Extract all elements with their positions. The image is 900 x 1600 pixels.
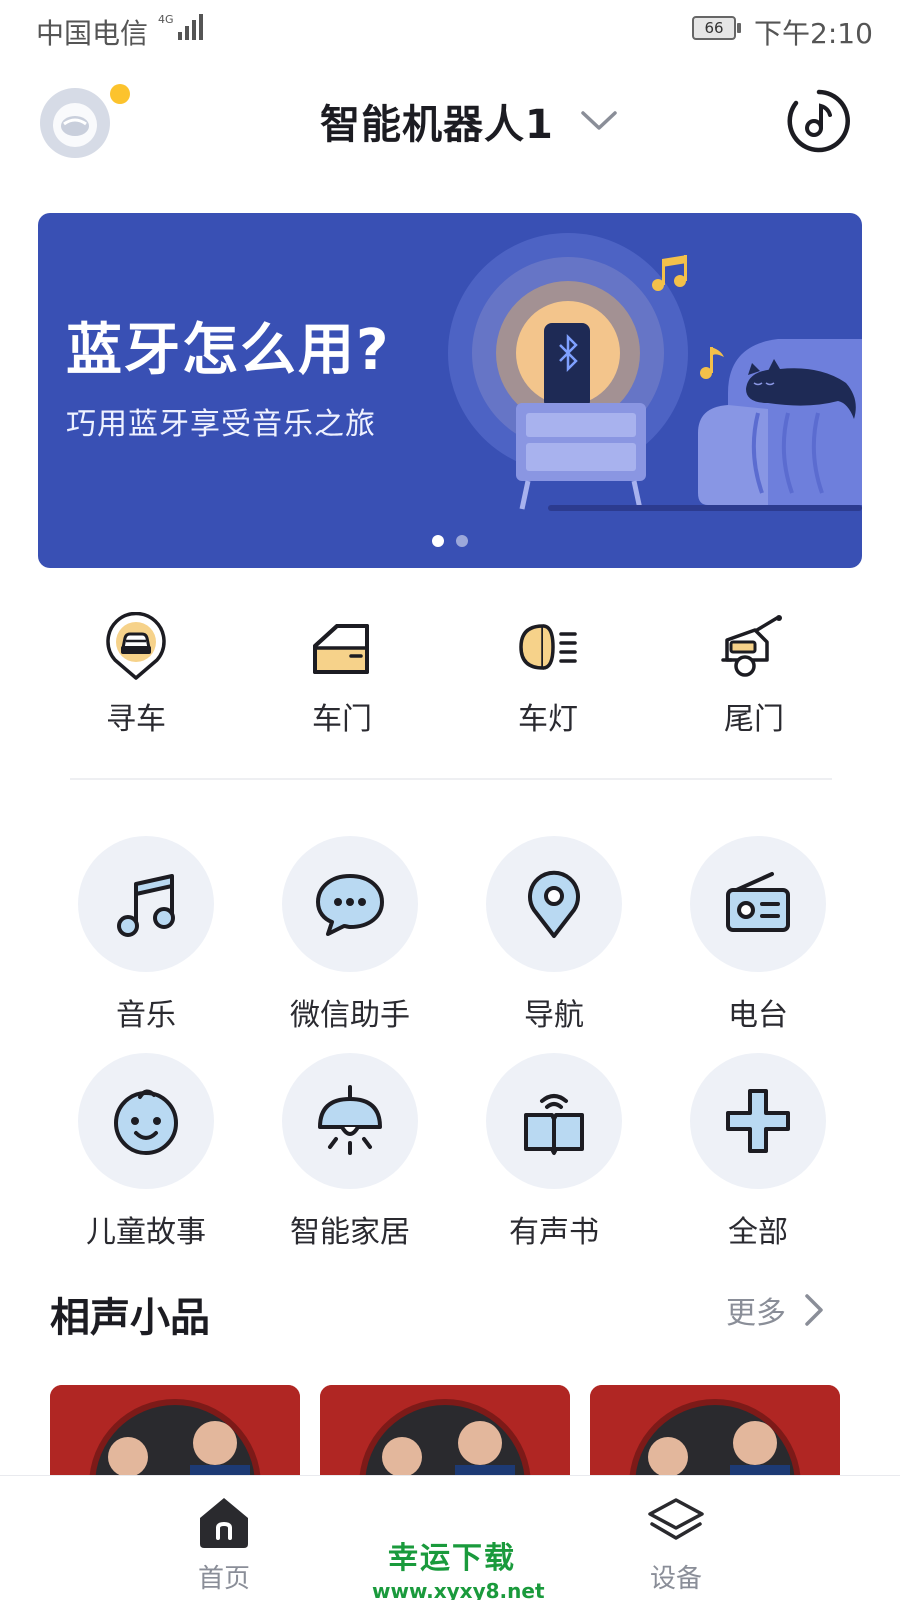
carousel-dot	[456, 535, 468, 547]
service-label: 电台	[728, 998, 788, 1033]
service-label: 微信助手	[290, 998, 410, 1033]
car-control-light[interactable]: 车灯	[468, 600, 628, 750]
watermark-url: www.xyxy8.net	[372, 1579, 545, 1600]
tailgate-icon	[721, 615, 782, 677]
banner-title: 蓝牙怎么用?	[66, 318, 391, 383]
card-cover-image	[50, 1385, 300, 1485]
service-navigation[interactable]: 导航	[464, 836, 644, 1036]
home-icon	[200, 1498, 248, 1548]
music-player-icon[interactable]	[786, 88, 852, 154]
car-control-label: 尾门	[724, 702, 784, 737]
signal-icon: 4G	[158, 13, 203, 40]
chevron-down-icon	[581, 111, 617, 130]
promo-banner[interactable]: 蓝牙怎么用? 巧用蓝牙享受音乐之旅	[38, 213, 862, 568]
crosstalk-card[interactable]	[590, 1385, 840, 1485]
notification-dot	[110, 84, 130, 104]
card-cover-image	[590, 1385, 840, 1485]
service-label: 有声书	[509, 1215, 599, 1250]
car-control-find[interactable]: 寻车	[56, 600, 216, 750]
headlight-icon	[519, 624, 577, 670]
nav-label: 首页	[197, 1564, 250, 1594]
car-control-label: 车灯	[518, 702, 578, 737]
astronaut-icon	[53, 103, 97, 147]
service-kids-stories[interactable]: 儿童故事	[56, 1053, 236, 1253]
car-control-label: 车门	[312, 702, 372, 737]
find-car-icon	[106, 612, 166, 680]
service-radio[interactable]: 电台	[668, 836, 848, 1036]
header: 智能机器人1	[0, 58, 900, 188]
crosstalk-card-list	[50, 1385, 860, 1485]
music-note-icon	[117, 874, 175, 937]
section-title: 相声小品	[50, 1295, 210, 1341]
plus-icon	[726, 1089, 790, 1153]
car-control-label: 寻车	[106, 702, 166, 737]
crosstalk-card[interactable]	[320, 1385, 570, 1485]
car-control-door[interactable]: 车门	[262, 600, 422, 750]
clock: 下午2:10	[754, 17, 873, 50]
service-label: 儿童故事	[86, 1215, 206, 1250]
watermark: 幸运下载 www.xyxy8.net	[372, 1533, 545, 1600]
banner-subtitle: 巧用蓝牙享受音乐之旅	[66, 407, 376, 442]
robot-selector[interactable]: 智能机器人1	[320, 92, 618, 150]
more-link[interactable]: 更多	[726, 1290, 824, 1331]
service-audiobook[interactable]: 有声书	[464, 1053, 644, 1253]
status-bar: 中国电信 4G 66 下午2:10	[0, 0, 900, 58]
nav-label: 设备	[649, 1564, 702, 1594]
service-label: 音乐	[116, 998, 176, 1033]
more-label: 更多	[726, 1296, 786, 1331]
card-cover-image	[320, 1385, 570, 1485]
nav-home[interactable]: 首页	[164, 1494, 284, 1594]
car-controls: 寻车 车门 车灯 尾门	[0, 600, 900, 750]
radio-icon	[726, 872, 790, 932]
battery-icon: 66	[692, 16, 742, 40]
carousel-dot-active	[432, 535, 444, 547]
service-smart-home[interactable]: 智能家居	[260, 1053, 440, 1253]
carousel-indicator	[432, 535, 468, 547]
watermark-title: 幸运下载	[388, 1541, 516, 1576]
service-all[interactable]: 全部	[668, 1053, 848, 1253]
carrier-name: 中国电信	[36, 17, 149, 50]
bluetooth-speaker-illustration	[448, 233, 862, 511]
car-control-tailgate[interactable]: 尾门	[674, 600, 834, 750]
battery-level: 66	[692, 16, 736, 40]
service-label: 智能家居	[290, 1215, 410, 1250]
avatar[interactable]	[40, 88, 110, 158]
layers-icon	[648, 1498, 704, 1540]
lamp-icon	[318, 1085, 382, 1155]
service-wechat[interactable]: 微信助手	[260, 836, 440, 1036]
car-door-icon	[313, 624, 369, 674]
robot-name: 智能机器人1	[320, 102, 554, 148]
service-music[interactable]: 音乐	[56, 836, 236, 1036]
nav-devices[interactable]: 设备	[616, 1494, 736, 1594]
crosstalk-card[interactable]	[50, 1385, 300, 1485]
divider	[70, 778, 832, 780]
service-label: 全部	[728, 1215, 788, 1250]
baby-face-icon	[114, 1089, 178, 1155]
service-label: 导航	[524, 998, 584, 1033]
network-type: 4G	[158, 13, 174, 26]
location-pin-icon	[528, 870, 580, 938]
chevron-right-icon	[805, 1294, 823, 1326]
audiobook-icon	[524, 1094, 584, 1155]
chat-bubble-icon	[316, 874, 384, 936]
